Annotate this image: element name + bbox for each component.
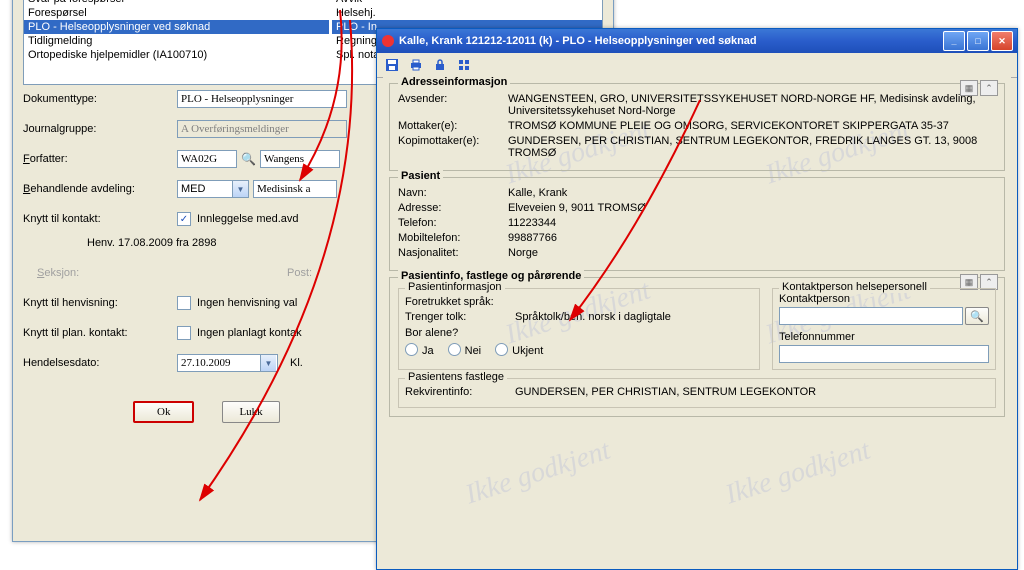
list-item[interactable]: Tidligmelding (24, 34, 329, 48)
bor-alene-label: Bor alene? (405, 327, 753, 339)
label-forfatter: Forfatter: (23, 153, 177, 165)
pasient-legend: Pasient (398, 170, 443, 182)
kontaktperson-block: Kontaktperson helsepersonell Kontaktpers… (772, 288, 996, 370)
nasjonalitet-value: Norge (508, 247, 996, 259)
navn-label: Navn: (398, 187, 508, 199)
list-item[interactable]: Ortopediske hjelpemidler (IA100710) (24, 48, 329, 62)
avdeling-name[interactable] (253, 180, 337, 198)
adresse-value: Elveveien 9, 9011 TROMSØ (508, 202, 996, 214)
lukk-button[interactable]: Lukk (222, 401, 279, 423)
plo-detail-window: Kalle, Krank 121212-12011 (k) - PLO - He… (376, 28, 1018, 570)
label-knytt-plan: Knytt til plan. kontakt: (23, 327, 177, 339)
kontakt-checkbox-label: Innleggelse med.avd (197, 213, 299, 225)
ok-button[interactable]: Ok (133, 401, 194, 423)
ukjent-radio[interactable]: Ukjent (495, 343, 543, 357)
avsender-label: Avsender: (398, 93, 508, 117)
lookup-icon[interactable]: 🔍 (241, 152, 256, 166)
dokumenttype-field[interactable] (177, 90, 347, 108)
plan-checkbox[interactable] (177, 326, 191, 340)
pasient-fieldset: Pasient Navn:Kalle, Krank Adresse:Elveve… (389, 177, 1005, 271)
label-kl: Kl. (290, 357, 303, 369)
titlebar: Kalle, Krank 121212-12011 (k) - PLO - He… (377, 29, 1017, 53)
henvisning-checkbox-label: Ingen henvisning val (197, 297, 297, 309)
maximize-button[interactable]: □ (967, 31, 989, 51)
telefonnummer-field[interactable] (779, 345, 989, 363)
henvisning-checkbox[interactable] (177, 296, 191, 310)
kontakt-checkbox[interactable]: ✓ (177, 212, 191, 226)
window-content: Ikke godkjent Ikke godkjent Ikke godkjen… (383, 77, 1011, 563)
list-item[interactable]: PLO - Helseopplysninger ved søknad (24, 20, 329, 34)
adresse-fieldset: Adresseinformasjon ▦⌃ Avsender:WANGENSTE… (389, 83, 1005, 171)
rekv-value: GUNDERSEN, PER CHRISTIAN, SENTRUM LEGEKO… (515, 386, 989, 398)
date-picker-button[interactable]: ▼ (260, 354, 278, 372)
label-dokumenttype: Dokumenttype: (23, 93, 177, 105)
henvisning-line: Henv. 17.08.2009 fra 2898 (87, 237, 216, 249)
mobil-value: 99887766 (508, 232, 996, 244)
list-item[interactable]: Forespørsel (24, 6, 329, 20)
telefonnummer-label: Telefonnummer (779, 331, 989, 343)
kopi-label: Kopimottaker(e): (398, 135, 508, 159)
pasientinformasjon-block: Pasientinformasjon Foretrukket språk: Tr… (398, 288, 760, 370)
kontaktperson-field[interactable] (779, 307, 963, 325)
section-collapse-button[interactable]: ⌃ (980, 80, 998, 96)
lock-icon[interactable] (431, 56, 449, 74)
grid-icon[interactable] (455, 56, 473, 74)
label-post: Post: (287, 267, 312, 279)
telefon-label: Telefon: (398, 217, 508, 229)
label-avdeling: Behandlende avdeling: (23, 183, 177, 195)
forfatter-name[interactable] (260, 150, 340, 168)
tolk-value: Språktolk/beh. norsk i dagligtale (515, 311, 753, 323)
rekv-label: Rekvirentinfo: (405, 386, 515, 398)
sub-kontakt-legend: Kontaktperson helsepersonell (779, 281, 930, 293)
mottaker-value: TROMSØ KOMMUNE PLEIE OG OMSORG, SERVICEK… (508, 120, 996, 132)
avsender-value: WANGENSTEEN, GRO, UNIVERSITETSSYKEHUSET … (508, 93, 996, 117)
nei-radio[interactable]: Nei (448, 343, 482, 357)
mobil-label: Mobiltelefon: (398, 232, 508, 244)
label-knytt-kontakt: Knytt til kontakt: (23, 213, 177, 225)
kopi-value: GUNDERSEN, PER CHRISTIAN, SENTRUM LEGEKO… (508, 135, 996, 159)
chevron-down-icon: ▼ (232, 181, 248, 197)
list-item[interactable]: Helsehj. (332, 6, 602, 20)
plan-checkbox-label: Ingen planlagt kontak (197, 327, 302, 339)
minimize-button[interactable]: _ (943, 31, 965, 51)
label-journalgruppe: Journalgruppe: (23, 123, 177, 135)
window-title: Kalle, Krank 121212-12011 (k) - PLO - He… (399, 35, 757, 47)
sub-fastlege-legend: Pasientens fastlege (405, 371, 507, 383)
app-icon (381, 34, 395, 48)
sprak-label: Foretrukket språk: (405, 296, 515, 308)
tolk-label: Trenger tolk: (405, 311, 515, 323)
journalgruppe-field (177, 120, 347, 138)
sprak-value (515, 296, 753, 308)
adresse-legend: Adresseinformasjon (398, 77, 510, 88)
telefon-value: 11223344 (508, 217, 996, 229)
watermark: Ikke godkjent (722, 435, 875, 512)
nasjonalitet-label: Nasjonalitet: (398, 247, 508, 259)
label-seksjon: Seksjon: (23, 267, 191, 279)
save-icon[interactable] (383, 56, 401, 74)
label-knytt-henv: Knytt til henvisning: (23, 297, 177, 309)
watermark: Ikke godkjent (462, 435, 615, 512)
section-save-button[interactable]: ▦ (960, 80, 978, 96)
kontaktperson-label: Kontaktperson (779, 293, 989, 305)
navn-value: Kalle, Krank (508, 187, 996, 199)
avdeling-select[interactable]: MED▼ (177, 180, 249, 198)
kontaktperson-lookup[interactable]: 🔍 (965, 307, 989, 325)
sub-pasientinfo-legend: Pasientinformasjon (405, 281, 505, 293)
print-icon[interactable] (407, 56, 425, 74)
adresse-label: Adresse: (398, 202, 508, 214)
forfatter-code[interactable] (177, 150, 237, 168)
close-button[interactable]: ✕ (991, 31, 1013, 51)
fastlege-block: Pasientens fastlege Rekvirentinfo:GUNDER… (398, 378, 996, 408)
toolbar (377, 53, 1017, 78)
label-hendelsesdato: Hendelsesdato: (23, 357, 177, 369)
mottaker-label: Mottaker(e): (398, 120, 508, 132)
hendelsesdato-field[interactable] (177, 354, 261, 372)
pasientinfo-fieldset: Pasientinfo, fastlege og pårørende ▦⌃ Pa… (389, 277, 1005, 417)
ja-radio[interactable]: Ja (405, 343, 434, 357)
